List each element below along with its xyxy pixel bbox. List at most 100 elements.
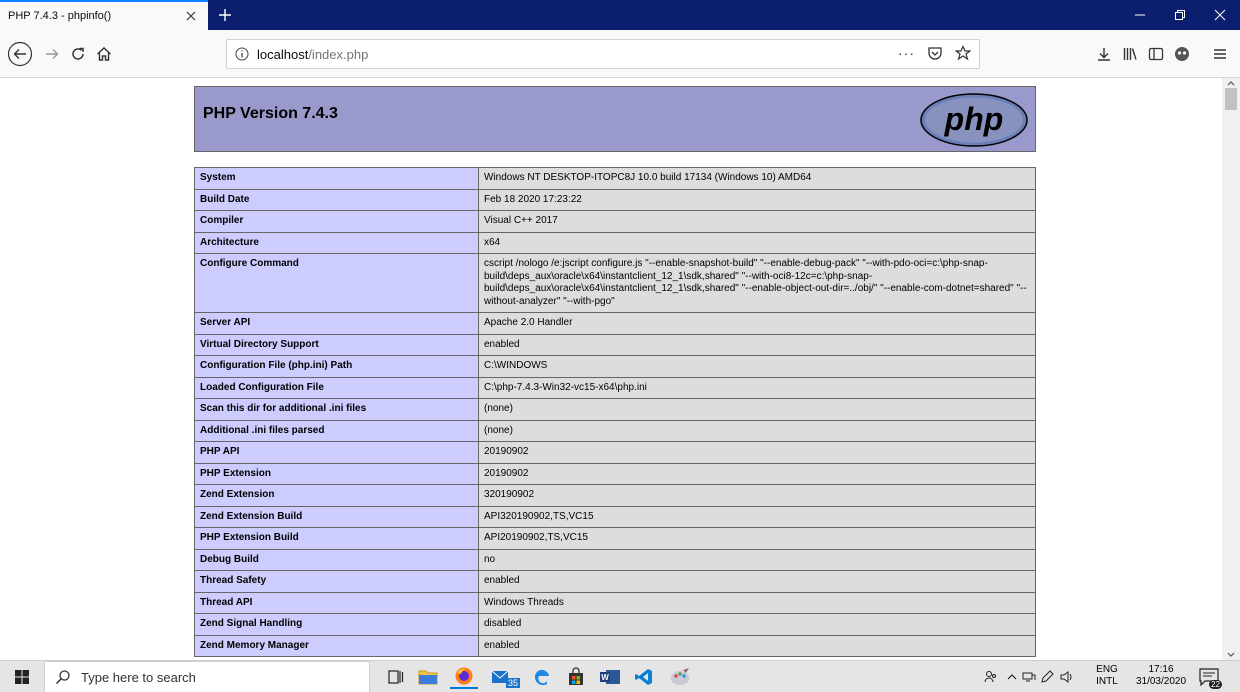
- table-row: Thread Safety enabled: [194, 570, 1036, 593]
- directive-name: Compiler: [194, 210, 479, 233]
- directive-value: Windows NT DESKTOP-ITOPC8J 10.0 build 17…: [478, 167, 1036, 190]
- vertical-scrollbar[interactable]: [1222, 78, 1240, 660]
- bookmark-star-icon[interactable]: [955, 45, 971, 61]
- directive-name: Zend Signal Handling: [194, 613, 479, 636]
- table-row: Zend Memory Manager enabled: [194, 634, 1036, 657]
- system-clock[interactable]: 17:16 31/03/2020: [1124, 664, 1198, 688]
- downloads-button[interactable]: [1090, 40, 1118, 68]
- directive-value: enabled: [478, 570, 1036, 593]
- directive-value: Feb 18 2020 17:23:22: [478, 188, 1036, 211]
- table-row: Compiler Visual C++ 2017: [194, 210, 1036, 233]
- firefox-icon: [455, 667, 473, 685]
- menu-button[interactable]: [1206, 40, 1234, 68]
- store-button[interactable]: [562, 665, 590, 689]
- notification-count: 22: [1209, 680, 1222, 689]
- language-indicator[interactable]: ENG INTL: [1092, 664, 1122, 688]
- back-button[interactable]: [6, 40, 34, 68]
- minimize-button[interactable]: [1120, 0, 1160, 30]
- page-actions-icon[interactable]: ···: [898, 45, 915, 61]
- directive-name: PHP Extension: [194, 462, 479, 485]
- volume-icon[interactable]: [1060, 661, 1076, 692]
- close-window-button[interactable]: [1200, 0, 1240, 30]
- directive-name: Thread API: [194, 591, 479, 614]
- restore-button[interactable]: [1160, 0, 1200, 30]
- directive-name: Scan this dir for additional .ini files: [194, 398, 479, 421]
- directive-value: (none): [478, 419, 1036, 442]
- taskbar-search[interactable]: Type here to search: [44, 661, 370, 692]
- people-icon[interactable]: [984, 661, 1000, 692]
- scroll-up-icon: [1227, 81, 1235, 86]
- extension-button[interactable]: [1168, 40, 1196, 68]
- reload-icon: [72, 47, 84, 60]
- table-row: System Windows NT DESKTOP-ITOPC8J 10.0 bu…: [194, 167, 1036, 190]
- directive-value: Visual C++ 2017: [478, 210, 1036, 233]
- directive-name: Configure Command: [194, 253, 479, 313]
- directive-name: Zend Memory Manager: [194, 634, 479, 657]
- close-tab-icon[interactable]: [180, 5, 202, 27]
- search-icon: [55, 670, 70, 685]
- vscode-button[interactable]: [630, 665, 658, 689]
- folder-icon: [418, 670, 438, 685]
- home-icon: [97, 47, 111, 61]
- directive-value: 320190902: [478, 484, 1036, 507]
- nav-bar: localhost/index.php ···: [0, 30, 1240, 78]
- directive-name: Configuration File (php.ini) Path: [194, 355, 479, 378]
- info-icon[interactable]: [235, 47, 249, 61]
- back-arrow-icon: [7, 41, 33, 67]
- paint-button[interactable]: [666, 665, 694, 689]
- directive-value: C:\php-7.4.3-Win32-vc15-x64\php.ini: [478, 376, 1036, 399]
- file-explorer-button[interactable]: [414, 665, 442, 689]
- pocket-icon[interactable]: [927, 45, 943, 61]
- sidebar-button[interactable]: [1142, 40, 1170, 68]
- task-view-button[interactable]: [382, 665, 410, 689]
- directive-value: enabled: [478, 634, 1036, 657]
- forward-arrow-icon: [46, 49, 59, 59]
- forward-button[interactable]: [38, 40, 66, 68]
- mail-button[interactable]: 35: [484, 665, 520, 689]
- directive-name: Debug Build: [194, 548, 479, 571]
- close-icon: [1214, 9, 1226, 21]
- edge-button[interactable]: [528, 665, 556, 689]
- home-button[interactable]: [90, 40, 118, 68]
- scrollbar-thumb[interactable]: [1225, 88, 1237, 110]
- paint-palette-icon: [671, 668, 689, 685]
- php-version-title: PHP Version 7.4.3: [203, 105, 338, 122]
- directive-name: Loaded Configuration File: [194, 376, 479, 399]
- firefox-button[interactable]: [450, 665, 478, 689]
- table-row: Additional .ini files parsed (none): [194, 419, 1036, 442]
- download-icon: [1098, 48, 1110, 61]
- tab-phpinfo[interactable]: PHP 7.4.3 - phpinfo(): [0, 0, 208, 30]
- start-button[interactable]: [0, 661, 44, 692]
- directive-value: Apache 2.0 Handler: [478, 312, 1036, 335]
- tray-chevron-up-icon[interactable]: [1006, 661, 1020, 692]
- directive-value: C:\WINDOWS: [478, 355, 1036, 378]
- table-row: Build Date Feb 18 2020 17:23:22: [194, 188, 1036, 211]
- table-row: PHP Extension 20190902: [194, 462, 1036, 485]
- php-header: PHP Version 7.4.3 php: [194, 86, 1036, 152]
- table-row: Zend Signal Handling disabled: [194, 613, 1036, 636]
- directive-value: Windows Threads: [478, 591, 1036, 614]
- search-placeholder: Type here to search: [81, 669, 196, 685]
- plus-icon: [219, 9, 231, 21]
- reload-button[interactable]: [64, 40, 92, 68]
- directive-name: PHP API: [194, 441, 479, 464]
- action-center-button[interactable]: 22: [1196, 665, 1222, 689]
- directive-value: no: [478, 548, 1036, 571]
- new-tab-button[interactable]: [210, 0, 240, 30]
- sidebar-icon: [1148, 47, 1164, 61]
- network-icon[interactable]: [1022, 661, 1036, 692]
- pen-icon[interactable]: [1040, 661, 1056, 692]
- minimize-icon: [1135, 14, 1145, 16]
- task-view-icon: [388, 670, 404, 684]
- tab-title: PHP 7.4.3 - phpinfo(): [8, 10, 112, 22]
- word-button[interactable]: W: [596, 665, 624, 689]
- directive-name: Server API: [194, 312, 479, 335]
- clock-date: 31/03/2020: [1135, 676, 1187, 687]
- directive-name: Thread Safety: [194, 570, 479, 593]
- library-button[interactable]: [1116, 40, 1144, 68]
- windows-logo-icon: [15, 670, 29, 684]
- language-code: ENG: [1096, 664, 1118, 675]
- url-bar[interactable]: localhost/index.php ···: [226, 39, 980, 69]
- page-content: PHP Version 7.4.3 php System Windows NT D…: [0, 78, 1222, 660]
- url-text: localhost/index.php: [257, 46, 369, 62]
